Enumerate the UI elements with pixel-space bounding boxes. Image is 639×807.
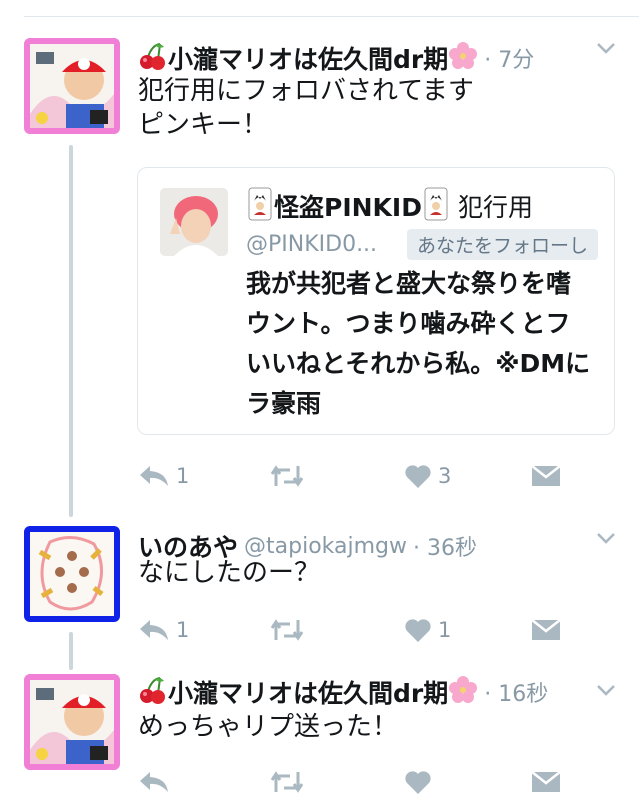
- display-name[interactable]: 小瀧マリオは佐久間dr期: [168, 40, 448, 76]
- tweet-text: 犯行用にフォロバされてます ピンキー！: [138, 74, 619, 142]
- retweet-icon: [270, 619, 304, 641]
- tweet-text-line: 犯行用にフォロバされてます: [138, 76, 474, 106]
- reply-button[interactable]: 1: [138, 612, 189, 648]
- quoted-handle[interactable]: @PINKID0...: [246, 232, 377, 257]
- heart-icon: [405, 771, 431, 794]
- tweet-timestamp[interactable]: · 7分: [484, 42, 534, 74]
- retweet-button[interactable]: [268, 458, 312, 494]
- avatar[interactable]: [24, 38, 120, 134]
- thread-connector-line: [69, 145, 73, 517]
- reply-icon: [140, 772, 168, 792]
- tweet-text: なにしたのー？: [138, 556, 619, 590]
- follows-you-badge: あなたをフォローし: [407, 228, 599, 260]
- tweet-timestamp[interactable]: · 16秒: [484, 676, 548, 708]
- direct-message-button[interactable]: [530, 764, 562, 800]
- like-button[interactable]: [404, 764, 438, 800]
- tweet-header: 小瀧マリオは佐久間dr期 · 16秒: [138, 674, 639, 710]
- cherry-blossom-emoji-icon: [448, 41, 478, 75]
- avatar-photo: [30, 680, 114, 764]
- quoted-avatar-photo: [160, 188, 228, 256]
- quoted-text-line: ウント。つまり噛み砕くとフ: [246, 309, 571, 338]
- cherry-emoji-icon: [138, 41, 168, 75]
- thread-connector-line: [69, 632, 73, 670]
- display-name[interactable]: 小瀧マリオは佐久間dr期: [168, 674, 448, 710]
- reply-icon: [140, 620, 168, 640]
- user-handle[interactable]: @tapiokajmgw: [244, 534, 407, 559]
- chevron-down-icon[interactable]: [595, 38, 617, 58]
- tweet-text-line: めっちゃリプ送った！: [138, 712, 399, 742]
- quoted-tweet-text: 我が共犯者と盛大な祭りを嗜 ウント。つまり噛み砕くとフ いいねとそれから私。※D…: [246, 264, 614, 424]
- avatar[interactable]: [24, 674, 120, 770]
- avatar[interactable]: [24, 526, 120, 622]
- quoted-text-line: いいねとそれから私。※DMに: [246, 349, 591, 378]
- like-button[interactable]: 1: [404, 612, 451, 648]
- top-divider: [24, 16, 639, 17]
- quoted-display-name[interactable]: 怪盗PINKID: [274, 188, 422, 224]
- quoted-handle-row: @PINKID0... あなたをフォローし: [246, 228, 599, 260]
- tweet-header: 小瀧マリオは佐久間dr期 · 7分: [138, 40, 639, 76]
- like-button[interactable]: 3: [404, 458, 451, 494]
- tweet-actions: 1 3: [138, 458, 618, 494]
- joker-card-icon: [246, 187, 274, 225]
- avatar-photo: [30, 532, 114, 616]
- envelope-icon: [531, 465, 561, 486]
- avatar-photo: [30, 44, 114, 128]
- retweet-button[interactable]: [268, 612, 312, 648]
- reply-count: 1: [176, 618, 190, 642]
- tweet-actions: 1 1: [138, 612, 618, 648]
- heart-icon: [405, 465, 431, 488]
- tweet-text-line: ピンキー！: [138, 110, 269, 140]
- reply-icon: [140, 466, 168, 486]
- retweet-button[interactable]: [268, 764, 312, 800]
- joker-card-icon: [422, 187, 450, 225]
- heart-icon: [405, 619, 431, 642]
- quoted-text-line: 我が共犯者と盛大な祭りを嗜: [246, 269, 572, 298]
- quoted-tweet-card[interactable]: 怪盗PINKID 犯行用 @PINKID0... あなたをフォローし 我が共犯者…: [137, 167, 615, 435]
- envelope-icon: [531, 771, 561, 792]
- direct-message-button[interactable]: [530, 458, 562, 494]
- chevron-down-icon[interactable]: [595, 528, 617, 548]
- retweet-icon: [270, 465, 304, 487]
- cherry-emoji-icon: [138, 675, 168, 709]
- quoted-header: 怪盗PINKID 犯行用: [246, 187, 533, 225]
- direct-message-button[interactable]: [530, 612, 562, 648]
- like-count: 3: [438, 464, 452, 488]
- quoted-display-name-suffix: 犯行用: [457, 193, 533, 222]
- reply-button[interactable]: [138, 764, 176, 800]
- retweet-icon: [270, 771, 304, 793]
- tweet-actions: [138, 764, 618, 800]
- envelope-icon: [531, 619, 561, 640]
- quoted-avatar[interactable]: [160, 188, 228, 256]
- cherry-blossom-emoji-icon: [448, 675, 478, 709]
- like-count: 1: [438, 618, 452, 642]
- chevron-down-icon[interactable]: [595, 680, 617, 700]
- quoted-text-line: ラ豪雨: [246, 389, 322, 418]
- tweet-text: めっちゃリプ送った！: [138, 710, 619, 744]
- reply-button[interactable]: 1: [138, 458, 189, 494]
- tweet-text-line: なにしたのー？: [138, 558, 321, 588]
- reply-count: 1: [176, 464, 190, 488]
